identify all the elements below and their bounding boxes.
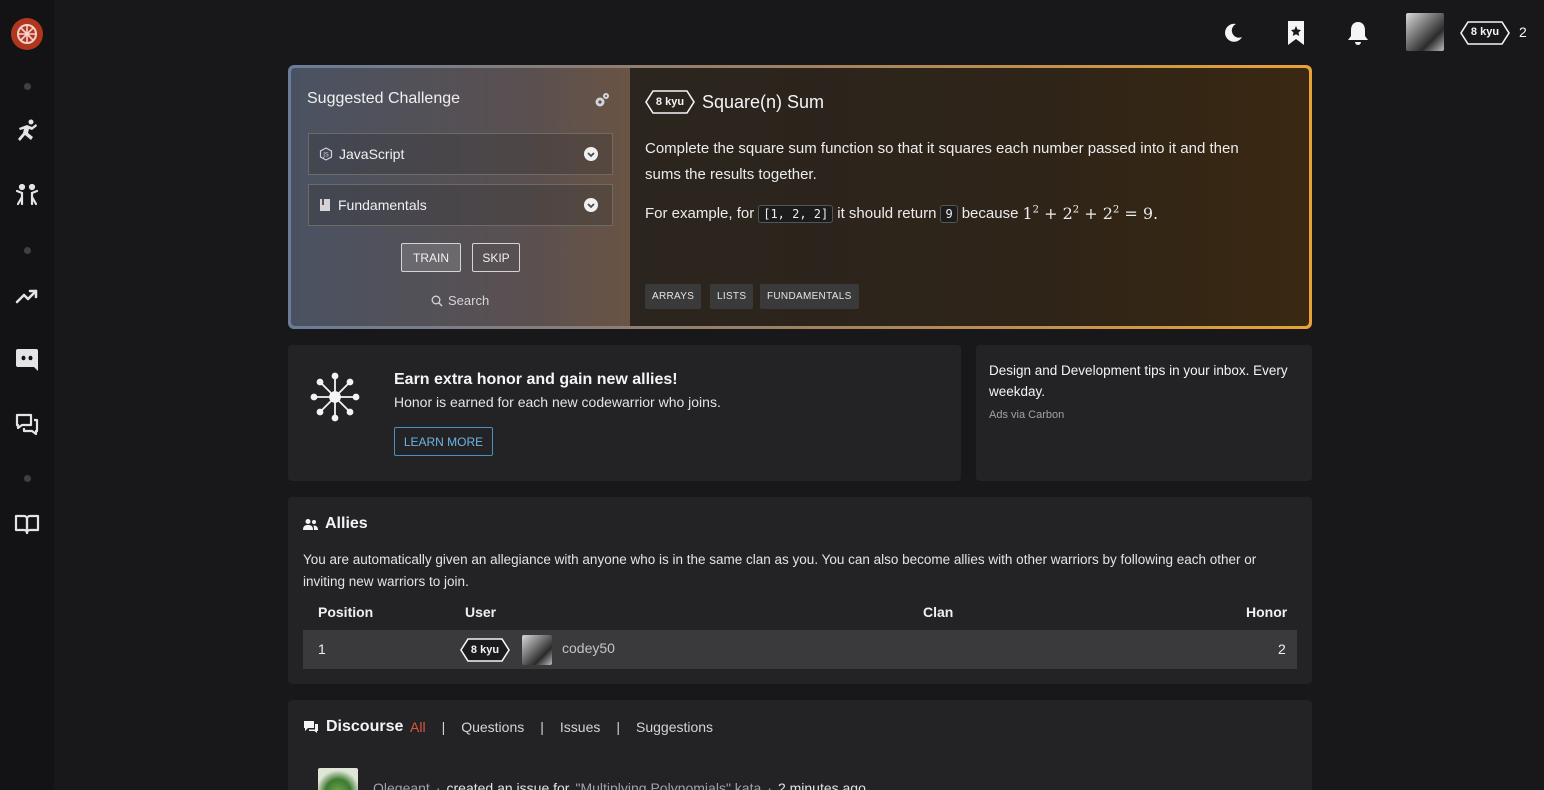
network-burst-icon (310, 372, 360, 425)
tab-suggestions[interactable]: Suggestions (636, 719, 713, 735)
discourse-heading: Discourse (303, 718, 403, 736)
kata-description: Complete the square sum function so that… (645, 140, 1239, 183)
example-mid: it should return (837, 205, 937, 222)
kata-title[interactable]: Square(n) Sum (702, 92, 824, 113)
earn-honor-card: Earn extra honor and gain new allies! Ho… (288, 345, 961, 481)
list-item: Olegeant · created an issue for "Multipl… (318, 768, 866, 790)
carbon-ad-card: Design and Development tips in your inbo… (976, 345, 1312, 481)
dark-mode-moon-icon[interactable] (1220, 20, 1246, 46)
row-username[interactable]: codey50 (562, 640, 615, 656)
language-select-value: JavaScript (339, 146, 405, 162)
ad-text[interactable]: Design and Development tips in your inbo… (989, 360, 1289, 402)
leaderboard-icon[interactable] (0, 282, 54, 310)
user-avatar[interactable] (1406, 13, 1444, 51)
suggested-challenge-panel: Suggested Challenge JS JavaScript Fundam… (288, 65, 1312, 329)
tab-separator: | (540, 719, 544, 735)
language-select[interactable]: JS JavaScript (308, 133, 613, 175)
column-header-clan: Clan (923, 604, 954, 620)
rail-separator (0, 474, 54, 482)
javascript-icon: JS (319, 147, 333, 161)
category-select[interactable]: Fundamentals (308, 184, 613, 226)
top-bar: 8 kyu 2 (54, 0, 1544, 66)
rank-badge-label: 8 kyu (1470, 26, 1500, 38)
discourse-title: Discourse (326, 718, 404, 735)
feed-time: 2 minutes ago (777, 780, 866, 790)
docs-book-icon[interactable] (0, 510, 54, 538)
kata-example: For example, for [1, 2, 2] it should ret… (645, 204, 1158, 223)
challenge-panel-title: Suggested Challenge (307, 90, 461, 107)
example-formula: 12 + 22 + 22 = 9. (1022, 204, 1159, 223)
feed-kata-link[interactable]: "Multiplying Polynomials" kata (575, 780, 761, 790)
tab-issues[interactable]: Issues (560, 719, 600, 735)
discord-icon[interactable] (0, 345, 54, 375)
row-rank-badge: 8 kyu (460, 638, 510, 662)
rail-separator (0, 246, 54, 254)
column-header-honor: Honor (1246, 604, 1288, 620)
chevron-down-icon (584, 198, 598, 212)
forum-icon[interactable] (0, 410, 54, 440)
search-link[interactable]: Search (431, 293, 489, 308)
allies-section: Allies You are automatically given an al… (288, 497, 1312, 684)
kata-rank-badge: 8 kyu (645, 90, 695, 114)
feed-dot-separator: · (767, 780, 772, 790)
table-row: 1 8 kyu codey50 2 (303, 630, 1297, 669)
side-navigation (0, 0, 54, 790)
feed-user-avatar[interactable] (318, 768, 358, 790)
example-output-code: 9 (940, 204, 958, 223)
discourse-section: Discourse All | Questions | Issues | Sug… (288, 700, 1312, 790)
chevron-down-icon (584, 147, 598, 161)
row-honor: 2 (1278, 641, 1286, 657)
honor-card-subtitle: Honor is earned for each new codewarrior… (394, 394, 721, 410)
practice-icon[interactable] (0, 180, 54, 210)
comments-icon (304, 721, 318, 733)
bookmark-icon[interactable] (1283, 19, 1309, 47)
train-button[interactable]: TRAIN (401, 243, 461, 272)
allies-title: Allies (325, 515, 368, 532)
users-icon (303, 518, 318, 530)
example-prefix: For example, for (645, 205, 755, 222)
rank-badge[interactable]: 8 kyu (1460, 21, 1510, 45)
row-rank-label: 8 kyu (470, 644, 500, 656)
tag-lists[interactable]: LISTS (710, 284, 754, 309)
category-select-value: Fundamentals (338, 197, 427, 213)
codewars-logo-icon[interactable] (0, 14, 54, 54)
discourse-tabs: All | Questions | Issues | Suggestions (410, 719, 713, 735)
example-input-code: [1, 2, 2] (758, 204, 834, 223)
kata-rank-label: 8 kyu (655, 96, 685, 108)
tab-questions[interactable]: Questions (461, 719, 524, 735)
row-position: 1 (318, 641, 326, 657)
search-link-label: Search (448, 293, 490, 308)
tab-all[interactable]: All (410, 719, 426, 735)
challenge-controls: Suggested Challenge JS JavaScript Fundam… (291, 68, 630, 326)
skip-button[interactable]: SKIP (472, 243, 520, 272)
training-icon[interactable] (0, 116, 54, 146)
column-header-user: User (465, 604, 497, 620)
allies-heading: Allies (303, 515, 368, 533)
feed-dot-separator: · (435, 780, 441, 790)
allies-description: You are automatically given an allegianc… (303, 552, 1257, 589)
settings-gear-icon[interactable] (594, 92, 610, 111)
tag-arrays[interactable]: ARRAYS (645, 284, 702, 309)
search-icon (431, 295, 443, 306)
example-because: because (961, 205, 1019, 222)
tab-separator: | (441, 719, 446, 735)
honor-count: 2 (1519, 24, 1527, 40)
honor-card-title: Earn extra honor and gain new allies! (394, 371, 678, 388)
rail-separator (0, 82, 54, 90)
row-user-avatar[interactable] (522, 635, 552, 665)
feed-action: created an issue for (446, 780, 570, 790)
column-header-position: Position (318, 604, 374, 620)
feed-username[interactable]: Olegeant (373, 780, 430, 790)
book-icon (320, 199, 330, 211)
tab-separator: | (616, 719, 620, 735)
learn-more-button[interactable]: LEARN MORE (394, 427, 493, 456)
svg-text:JS: JS (322, 152, 329, 159)
tag-fundamentals[interactable]: FUNDAMENTALS (760, 284, 859, 309)
ad-via-label[interactable]: Ads via Carbon (989, 409, 1064, 421)
kata-preview: 8 kyu Square(n) Sum Complete the square … (630, 68, 1309, 326)
notifications-bell-icon[interactable] (1345, 19, 1371, 47)
